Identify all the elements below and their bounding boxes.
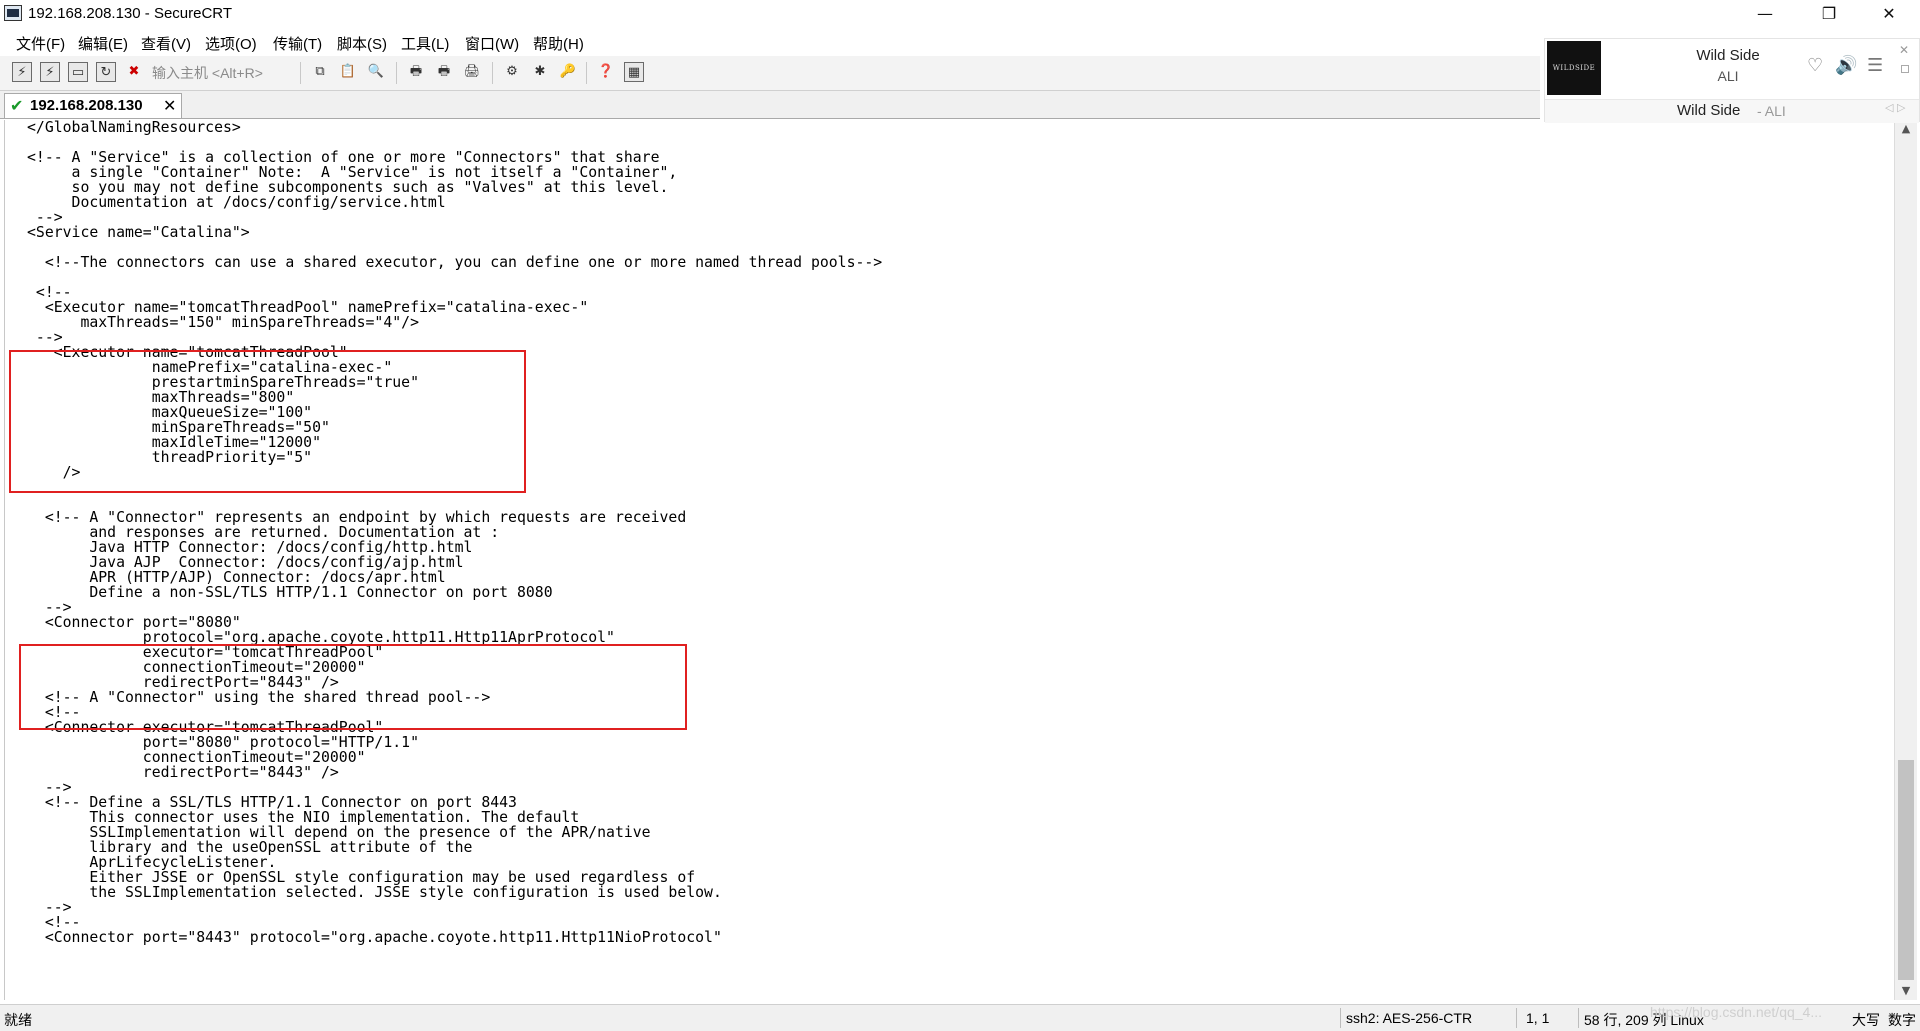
scroll-down-arrow-icon[interactable]: ▼ xyxy=(1895,982,1917,1000)
status-caps-lock: 大写 xyxy=(1852,1012,1880,1028)
status-divider xyxy=(1578,1008,1579,1028)
status-bar: 就绪 ssh2: AES-256-CTR 1, 1 58 行, 209 列 Li… xyxy=(0,1004,1920,1031)
status-divider xyxy=(1340,1008,1341,1028)
song-title: Wild Side xyxy=(1696,47,1760,64)
menu-view[interactable]: 查看(V) xyxy=(141,33,191,54)
lyrics-nav-icon[interactable]: ◁ ▷ xyxy=(1885,101,1905,114)
menu-transfer[interactable]: 传输(T) xyxy=(273,33,322,54)
keymap-icon[interactable]: 🔑 xyxy=(558,62,578,82)
heart-icon[interactable]: ♡ xyxy=(1807,55,1823,76)
status-cursor-position: 1, 1 xyxy=(1526,1010,1550,1026)
help-icon[interactable]: ❓ xyxy=(596,62,616,82)
terminal-view[interactable]: </GlobalNamingResources> <!-- A "Service… xyxy=(4,120,1895,1000)
securecrt-app-icon[interactable] xyxy=(4,5,22,21)
status-ready: 就绪 xyxy=(4,1012,32,1028)
connect-in-tab-icon[interactable]: ▭ xyxy=(68,62,88,82)
connected-check-icon: ✔ xyxy=(10,96,24,115)
print-icon[interactable]: 🖶 xyxy=(406,62,426,82)
vertical-scrollbar[interactable]: ▲ ▼ xyxy=(1894,120,1917,1000)
window-title: 192.168.208.130 - SecureCRT xyxy=(28,5,233,22)
menu-help[interactable]: 帮助(H) xyxy=(533,33,584,54)
quick-connect-icon[interactable]: ⚡ xyxy=(40,62,60,82)
tab-label: 192.168.208.130 xyxy=(30,97,143,114)
terminal-output: </GlobalNamingResources> <!-- A "Service… xyxy=(27,120,883,946)
menu-window[interactable]: 窗口(W) xyxy=(465,33,519,54)
restore-button[interactable]: ❐ xyxy=(1800,0,1858,28)
title-bar: 192.168.208.130 - SecureCRT — ❐ ✕ xyxy=(0,0,1920,28)
copy-icon[interactable]: ⧉ xyxy=(310,62,330,82)
close-tab-icon[interactable]: ✕ xyxy=(163,96,176,115)
toolbar-separator xyxy=(300,62,301,84)
music-player-widget: WILDSIDE Wild Side ALI ♡ 🔊 ☰ ✕ Wild Side… xyxy=(1544,38,1920,123)
quick-connect-input[interactable]: 输入主机 <Alt+R> xyxy=(152,63,263,83)
toolbar-separator xyxy=(396,62,397,84)
song-artist: ALI xyxy=(1717,68,1739,84)
close-window-button[interactable]: ✕ xyxy=(1860,0,1918,28)
reconnect-icon[interactable]: ↻ xyxy=(96,62,116,82)
connect-icon[interactable]: ⚡ xyxy=(12,62,32,82)
lyrics-bar: Wild Side - ALI ◁ ▷ xyxy=(1545,99,1919,123)
status-encryption: ssh2: AES-256-CTR xyxy=(1346,1010,1473,1026)
session-tab-bar: ✔ 192.168.208.130 ✕ xyxy=(0,91,1540,119)
executor-highlight-box xyxy=(9,350,526,493)
paste-icon[interactable]: 📋 xyxy=(338,62,358,82)
volume-icon[interactable]: 🔊 xyxy=(1835,55,1857,76)
playlist-icon[interactable]: ☰ xyxy=(1867,55,1883,76)
toolbar-separator xyxy=(586,62,587,84)
sftp-icon[interactable]: ▦ xyxy=(624,62,644,82)
toolbar: ⚡ ⚡ ▭ ↻ ✖ 输入主机 <Alt+R> ⧉ 📋 🔍 🖶 🖶 🖨 ⚙ ✱ 🔑… xyxy=(0,56,1540,91)
connector-highlight-box xyxy=(19,644,687,730)
print-selection-icon[interactable]: 🖶 xyxy=(434,62,454,82)
disconnect-icon[interactable]: ✖ xyxy=(124,62,144,82)
menu-edit[interactable]: 编辑(E) xyxy=(78,33,128,54)
status-divider xyxy=(1516,1008,1517,1028)
find-icon[interactable]: 🔍 xyxy=(366,62,386,82)
lyrics-song-title: Wild Side xyxy=(1677,102,1741,119)
menu-options[interactable]: 选项(O) xyxy=(205,33,257,54)
menu-file[interactable]: 文件(F) xyxy=(16,33,65,54)
album-art: WILDSIDE xyxy=(1547,41,1601,95)
minimize-button[interactable]: — xyxy=(1736,0,1794,28)
watermark-text: https://blog.csdn.net/qq_4... xyxy=(1650,1004,1823,1020)
toolbar-separator xyxy=(492,62,493,84)
close-widget-icon[interactable]: ✕ xyxy=(1899,43,1909,57)
global-options-icon[interactable]: ✱ xyxy=(530,62,550,82)
tab-session[interactable]: ✔ 192.168.208.130 ✕ xyxy=(4,93,182,118)
menu-script[interactable]: 脚本(S) xyxy=(337,33,387,54)
lyrics-artist: - ALI xyxy=(1757,103,1786,119)
mini-mode-icon[interactable] xyxy=(1901,65,1909,73)
menu-bar: 文件(F) 编辑(E) 查看(V) 选项(O) 传输(T) 脚本(S) 工具(L… xyxy=(0,29,1540,55)
session-options-icon[interactable]: ⚙ xyxy=(502,62,522,82)
menu-tools[interactable]: 工具(L) xyxy=(401,33,449,54)
scroll-thumb[interactable] xyxy=(1898,760,1914,980)
status-num-lock: 数字 xyxy=(1888,1012,1916,1028)
printer-setup-icon[interactable]: 🖨 xyxy=(462,62,482,82)
